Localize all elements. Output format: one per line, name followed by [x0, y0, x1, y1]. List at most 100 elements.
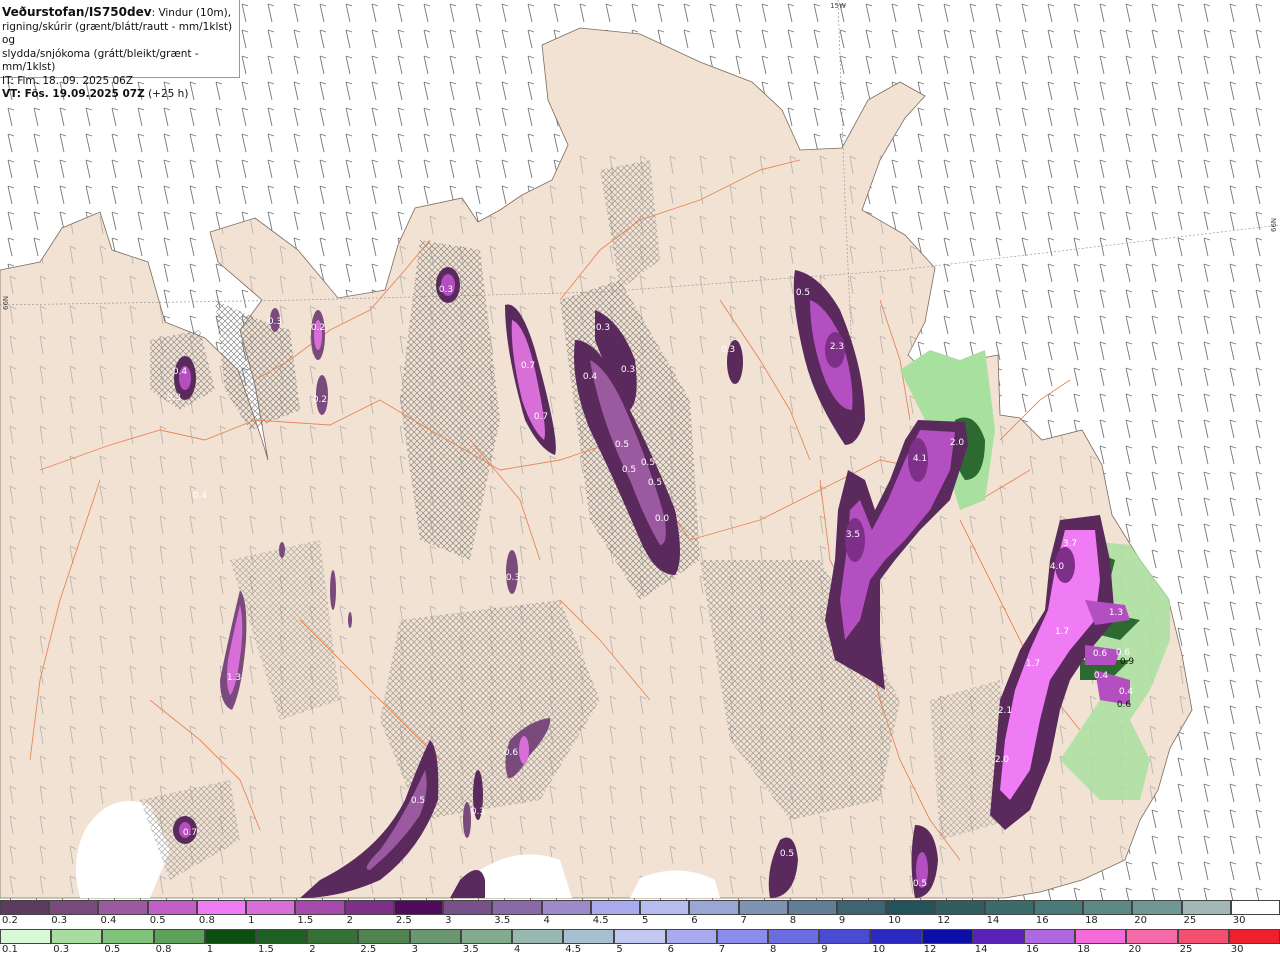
- legend-swatch: [204, 929, 257, 944]
- legend-swatch: [640, 900, 690, 915]
- legend-swatch: [870, 929, 922, 944]
- map-value: 0.5: [622, 465, 636, 475]
- legend-swatch: [307, 929, 359, 944]
- legend-label: 2: [309, 944, 316, 955]
- legend-label: 3: [411, 944, 418, 955]
- title-line-1: Veðurstofan/IS750dev: Vindur (10m),: [2, 5, 237, 21]
- map-value: 0.3: [621, 365, 635, 375]
- legend-swatch: [716, 929, 769, 944]
- legend-label: 9: [821, 944, 828, 955]
- legend-swatch: [1024, 929, 1076, 944]
- map-value: 0.6: [504, 748, 519, 758]
- legend-swatch: [460, 929, 513, 944]
- legend-label: 0.4: [100, 915, 117, 926]
- legend-swatch: [256, 929, 308, 944]
- map-value: 0.4: [1094, 671, 1109, 681]
- map-value: 2.3: [830, 342, 844, 352]
- legend-label: 4.5: [565, 944, 582, 955]
- legend-swatch: [614, 929, 666, 944]
- legend-label: 4.5: [592, 915, 609, 926]
- legend-swatch: [196, 900, 247, 915]
- legend-swatch: [51, 929, 103, 944]
- legend-label: 4: [543, 915, 550, 926]
- rain-legend-labels: 0.1 0.3 0.5 0.8 1 1.5 2 2.5 3 3.5 4 4.5 5 6 7 8 9 10 12 14 1…: [0, 944, 1280, 956]
- legend-label: 2.5: [395, 915, 412, 926]
- map-value: 0.3: [721, 345, 735, 355]
- map-value: 0.3: [268, 317, 282, 327]
- legend-swatch: [984, 900, 1034, 915]
- snow-legend-swatches: [0, 900, 1280, 915]
- title-line-2: rigning/skúrir (grænt/blátt/rautt - mm/1…: [2, 20, 233, 47]
- legend-label: 12: [923, 944, 937, 955]
- legend-label: 1: [206, 944, 214, 955]
- map-value: 1.3: [1109, 608, 1123, 618]
- legend-label: 16: [1035, 915, 1049, 926]
- map-value: 0.4: [583, 372, 598, 382]
- map-value: 1.3: [227, 673, 241, 683]
- title-valid-time: VT: Fös. 19.09.2025 07Z (+25 h): [2, 88, 237, 102]
- legend-swatch: [1230, 900, 1280, 915]
- map-title-box: Veðurstofan/IS750dev: Vindur (10m), rign…: [0, 0, 240, 100]
- legend-swatch: [1177, 929, 1229, 944]
- legend-label: 16: [1026, 944, 1039, 955]
- map-value: 0.7: [521, 361, 535, 371]
- legend-label: 3.5: [462, 944, 479, 955]
- legend-label: 25: [1183, 915, 1197, 926]
- snow-legend-labels: 0.2 0.3 0.4 0.5 0.8 1 1.5 2 2.5 3 3.5 4 4.5 5 6 7 8 9 10 12…: [0, 915, 1280, 927]
- legend-swatch: [935, 900, 985, 915]
- legend-label: 0.2: [2, 915, 18, 926]
- legend-label: 14: [974, 944, 988, 955]
- map-value: 1.7: [1026, 659, 1040, 669]
- map-value: 0.5: [648, 478, 662, 488]
- valid-time-offset: (+25 h): [144, 88, 189, 100]
- legend-label: 18: [1085, 915, 1098, 926]
- map-value: 0.7: [534, 412, 548, 422]
- legend-swatch: [49, 900, 99, 915]
- valid-time-bold: VT: Fös. 19.09.2025 07Z: [2, 88, 145, 100]
- legend-label: 8: [789, 915, 797, 926]
- map-value: 1.7: [1055, 627, 1069, 637]
- legend-swatch: [836, 900, 887, 915]
- map-value: 0.5: [913, 879, 927, 889]
- legend-label: 14: [986, 915, 1000, 926]
- map-value: 0.3: [506, 573, 520, 583]
- map-value: 0.5: [796, 288, 810, 298]
- legend-label: 1.5: [258, 944, 274, 955]
- map-value: 0.2: [313, 395, 327, 405]
- map-value: 0.6: [1117, 700, 1132, 710]
- legend-swatch: [295, 900, 345, 915]
- legend-label: 0.8: [155, 944, 172, 955]
- legend-label: 2.5: [360, 944, 377, 955]
- legend-swatch: [409, 929, 461, 944]
- legend-swatch: [344, 900, 394, 915]
- map-value: 3.5: [846, 530, 860, 540]
- legend-label: 0.5: [104, 944, 121, 955]
- map-value: 0.5: [780, 849, 794, 859]
- legend-label: 3.5: [494, 915, 511, 926]
- legend-label: 25: [1179, 944, 1193, 955]
- legend-label: 9: [838, 915, 846, 926]
- map-value: 0.4: [1119, 687, 1134, 697]
- map-value: 0.7: [183, 828, 197, 838]
- legend-label: 4: [514, 944, 521, 955]
- legend-label: 3: [445, 915, 452, 926]
- legend-label: 12: [937, 915, 951, 926]
- legend-swatch: [1126, 929, 1178, 944]
- map-value: 0.6: [1093, 649, 1108, 659]
- legend-swatch: [972, 929, 1025, 944]
- legend-label: 6: [691, 915, 698, 926]
- legend-swatch: [1181, 900, 1231, 915]
- legend-swatch: [886, 900, 936, 915]
- legend-label: 10: [872, 944, 886, 955]
- legend-swatch: [0, 900, 50, 915]
- map-value: 0.5: [411, 796, 425, 806]
- weather-map: 0.3 0.3 0.2 0.4 0.3 0.7 0.2 0.4 0.3 0.7 …: [0, 0, 1280, 900]
- legend-label: 30: [1232, 915, 1246, 926]
- map-value: 0.4: [193, 491, 208, 501]
- legend-swatch: [738, 900, 788, 915]
- legend-swatch: [1033, 900, 1084, 915]
- legend-swatch: [393, 900, 444, 915]
- legend-label: 5: [616, 944, 623, 955]
- legend-swatch: [153, 929, 205, 944]
- legend-label: 5: [642, 915, 649, 926]
